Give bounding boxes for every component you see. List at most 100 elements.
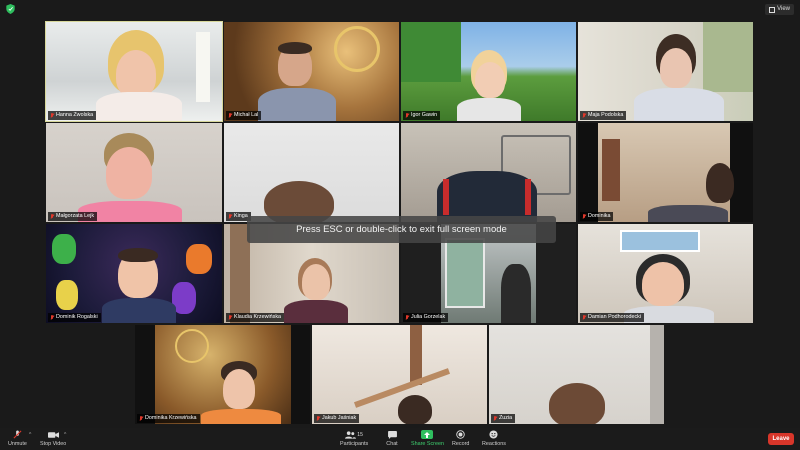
participant-name: Maja Podolska	[588, 112, 624, 118]
participant-name: Dominika Krzewińska	[145, 415, 197, 421]
record-icon	[455, 430, 467, 439]
chat-button[interactable]: Chat	[386, 430, 398, 447]
participant-name: Jakub Jaśniak	[322, 415, 357, 421]
video-tile[interactable]: Dominik Rogalski	[46, 224, 222, 323]
top-bar: View	[0, 0, 800, 18]
fullscreen-exit-message: Press ESC or double-click to exit full s…	[247, 216, 556, 243]
video-tile[interactable]: Kinga	[224, 123, 399, 222]
participant-name: Igor Gawin	[411, 112, 438, 118]
record-button[interactable]: Record	[452, 430, 469, 447]
chair	[501, 264, 531, 323]
meeting-window: View Hanna Zwolska Michał Lal Igor Gawin…	[0, 0, 800, 450]
participant-name: Kinga	[234, 213, 248, 219]
muted-mic-icon	[582, 112, 586, 119]
video-tile[interactable]: Damian Podhorodecki	[578, 224, 753, 323]
chair-stripe	[525, 179, 531, 215]
record-label: Record	[452, 441, 470, 447]
muted-mic-icon	[582, 314, 586, 321]
wallpaper-pattern	[703, 22, 753, 92]
chat-label: Chat	[386, 441, 398, 447]
meeting-toolbar: Unmute ^ Stop Video ^ 15 Participants Ch…	[0, 428, 800, 450]
participant-shirt	[102, 298, 176, 323]
participant-name-tag: Małgorzata Lejk	[48, 212, 98, 221]
muted-mic-icon	[139, 415, 143, 422]
door-frame	[602, 139, 620, 201]
muted-mic-icon	[50, 213, 54, 220]
unmute-button[interactable]: Unmute	[8, 430, 27, 447]
participant-face	[475, 62, 505, 98]
participant-name: Dominika	[588, 213, 611, 219]
reactions-label: Reactions	[482, 441, 506, 447]
participant-name-tag: Dominika Krzewińska	[137, 414, 200, 423]
video-tile[interactable]: Jakub Jaśniak	[312, 325, 487, 424]
leave-button[interactable]: Leave	[768, 433, 794, 445]
halo-painting	[334, 26, 380, 72]
muted-mic-icon	[50, 314, 54, 321]
participant-name: Zuzia	[499, 415, 513, 421]
window	[445, 238, 485, 308]
chevron-up-icon[interactable]: ^	[64, 432, 66, 438]
participant-name: Klaudia Krzewińska	[234, 314, 282, 320]
participant-hair	[549, 383, 605, 424]
participants-button[interactable]: 15 Participants	[340, 430, 368, 447]
participant-name: Hanna Zwolska	[56, 112, 94, 118]
participant-face	[642, 262, 684, 306]
chevron-up-icon[interactable]: ^	[29, 432, 31, 438]
share-screen-label: Share Screen	[411, 441, 444, 447]
reactions-button[interactable]: Reactions	[482, 430, 506, 447]
video-tile[interactable]: Igor Gawin	[401, 22, 576, 121]
muted-mic-icon	[50, 112, 54, 119]
participant-hair	[398, 395, 432, 424]
window-light	[196, 32, 210, 102]
stop-video-button[interactable]: Stop Video	[40, 430, 66, 447]
video-tile[interactable]: Michał Lal	[224, 22, 399, 121]
participant-shirt	[634, 88, 724, 121]
participant-hair	[118, 248, 158, 262]
participant-name-tag: Dominika	[580, 212, 614, 221]
participant-hair	[706, 163, 734, 203]
muted-mic-icon	[228, 314, 232, 321]
participant-name-tag: Dominik Rogalski	[48, 313, 101, 322]
participant-face	[660, 48, 692, 88]
video-tile[interactable]: Hanna Zwolska	[45, 21, 223, 122]
video-tile[interactable]: Zuzia	[489, 325, 664, 424]
chat-bubble-icon	[386, 430, 398, 439]
video-tile[interactable]: Maja Podolska	[578, 22, 753, 121]
security-shield-icon[interactable]	[6, 4, 15, 14]
stop-video-label: Stop Video	[40, 441, 67, 447]
skylight-window	[620, 230, 700, 252]
video-tile[interactable]	[401, 123, 576, 222]
video-tile[interactable]: Małgorzata Lejk	[46, 123, 222, 222]
video-camera-icon	[47, 430, 59, 439]
grid-view-icon	[769, 6, 776, 13]
muted-mic-icon	[493, 415, 497, 422]
yellow-crewmate	[56, 280, 78, 310]
participant-name-tag: Jakub Jaśniak	[314, 414, 360, 423]
participants-icon: 15	[343, 430, 365, 439]
video-tile[interactable]: Dominika	[578, 123, 753, 222]
muted-mic-icon	[228, 112, 232, 119]
participant-name-tag: Klaudia Krzewińska	[226, 313, 285, 322]
participant-name: Damian Podhorodecki	[588, 314, 642, 320]
unmute-label: Unmute	[8, 441, 27, 447]
wall-edge	[650, 325, 664, 424]
muted-microphone-icon	[11, 430, 23, 439]
green-crewmate	[52, 234, 76, 264]
halo-painting	[175, 329, 209, 363]
gaming-chair	[437, 171, 537, 222]
share-screen-button[interactable]: Share Screen	[411, 430, 444, 447]
orange-crewmate	[186, 244, 212, 274]
participant-name-tag: Igor Gawin	[403, 111, 441, 120]
participant-shirt	[648, 205, 728, 222]
view-button[interactable]: View	[765, 4, 794, 15]
participant-shirt	[201, 409, 281, 424]
participant-shirt	[258, 88, 336, 121]
participant-name: Julia Gorzelak	[411, 314, 446, 320]
participant-name-tag: Julia Gorzelak	[403, 313, 449, 322]
participant-name-tag: Zuzia	[491, 414, 516, 423]
participant-name: Dominik Rogalski	[56, 314, 98, 320]
muted-mic-icon	[228, 213, 232, 220]
muted-mic-icon	[316, 415, 320, 422]
participant-shirt	[284, 300, 348, 323]
video-tile[interactable]: Dominika Krzewińska	[135, 325, 310, 424]
